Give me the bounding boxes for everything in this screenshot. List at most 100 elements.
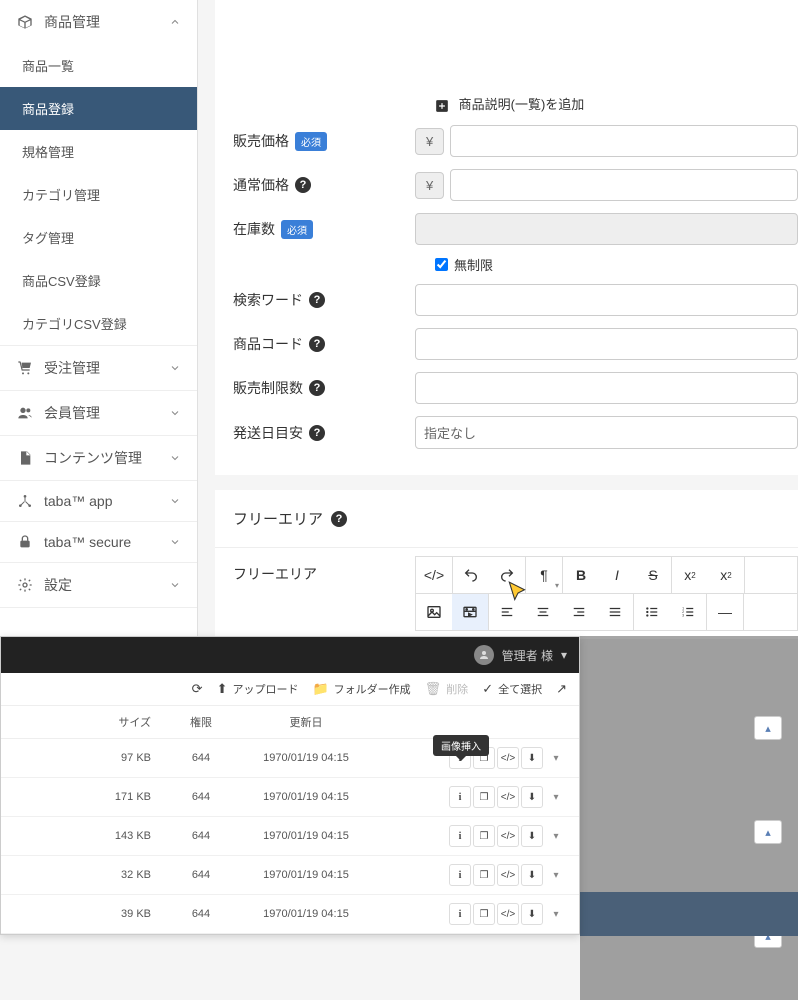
nav-section-taba-secure: taba™ secure (0, 522, 197, 563)
superscript-button[interactable]: x2 (672, 557, 708, 593)
cell-size: 143 KB (1, 830, 171, 842)
bold-button[interactable]: B (563, 557, 599, 593)
embed-button[interactable]: </> (497, 864, 519, 886)
more-dropdown[interactable]: ▾ (545, 747, 567, 769)
image-button[interactable] (416, 594, 452, 630)
undo-button[interactable] (453, 557, 489, 593)
info-button[interactable]: i (449, 825, 471, 847)
collapse-button[interactable]: ▴ (754, 820, 782, 844)
fm-row-actions: i❐</>⬇▾ (381, 903, 579, 925)
nav-header-members[interactable]: 会員管理 (0, 391, 197, 435)
nav-item-spec-manage[interactable]: 規格管理 (0, 130, 197, 173)
help-icon[interactable]: ? (309, 336, 325, 352)
info-button[interactable]: i (449, 903, 471, 925)
download-button[interactable]: ⬇ (521, 747, 543, 769)
help-icon[interactable]: ? (309, 292, 325, 308)
info-button[interactable]: i (449, 864, 471, 886)
nav-section-contents: コンテンツ管理 (0, 436, 197, 481)
collapse-button[interactable]: ▴ (754, 716, 782, 740)
nav-header-orders[interactable]: 受注管理 (0, 346, 197, 390)
fm-row[interactable]: 171 KB6441970/01/19 04:15i❐</>⬇▾ (1, 778, 579, 817)
more-dropdown[interactable]: ▾ (545, 903, 567, 925)
help-icon[interactable]: ? (309, 380, 325, 396)
fm-row[interactable]: 39 KB6441970/01/19 04:15i❐</>⬇▾ (1, 895, 579, 934)
nav-label: コンテンツ管理 (44, 448, 142, 468)
fm-row[interactable]: 97 KB6441970/01/19 04:15i❐</>⬇▾ (1, 739, 579, 778)
cell-size: 97 KB (1, 752, 171, 764)
nav-section-members: 会員管理 (0, 391, 197, 436)
download-button[interactable]: ⬇ (521, 825, 543, 847)
align-justify-button[interactable] (597, 594, 633, 630)
add-description-row[interactable]: 商品説明(一覧)を追加 (215, 88, 798, 119)
chevron-down-icon (169, 495, 181, 507)
strike-button[interactable]: S (635, 557, 671, 593)
more-dropdown[interactable]: ▾ (545, 825, 567, 847)
nav-item-category-csv[interactable]: カテゴリCSV登録 (0, 302, 197, 345)
sale-price-input[interactable] (450, 125, 798, 157)
nav-header-contents[interactable]: コンテンツ管理 (0, 436, 197, 480)
list-ol-button[interactable]: 123 (670, 594, 706, 630)
fm-row-actions: i❐</>⬇▾ (381, 786, 579, 808)
product-code-input[interactable] (415, 328, 798, 360)
copy-button[interactable]: ❐ (473, 903, 495, 925)
cell-date: 1970/01/19 04:15 (231, 791, 381, 803)
help-icon[interactable]: ? (309, 425, 325, 441)
more-dropdown[interactable]: ▾ (545, 864, 567, 886)
copy-button[interactable]: ❐ (473, 825, 495, 847)
nav-header-taba-app[interactable]: taba™ app (0, 481, 197, 521)
hr-button[interactable]: — (707, 594, 743, 630)
external-link-button[interactable]: ↗ (556, 681, 567, 697)
download-button[interactable]: ⬇ (521, 864, 543, 886)
main-content: 商品説明(一覧)を追加 販売価格 必須 ¥ 通常価格 ? ¥ (215, 0, 798, 639)
copy-button[interactable]: ❐ (473, 864, 495, 886)
embed-button[interactable]: </> (497, 747, 519, 769)
embed-button[interactable]: </> (497, 786, 519, 808)
search-word-input[interactable] (415, 284, 798, 316)
nav-header-products[interactable]: 商品管理 (0, 0, 197, 44)
row-sale-price: 販売価格 必須 ¥ (215, 119, 798, 163)
info-button[interactable]: i (449, 786, 471, 808)
ship-estimate-select[interactable]: 指定なし (415, 416, 798, 449)
code-view-button[interactable]: </> (416, 557, 452, 593)
label-sale-price: 販売価格 必須 (215, 131, 415, 151)
video-button[interactable] (452, 594, 488, 630)
embed-button[interactable]: </> (497, 903, 519, 925)
align-right-button[interactable] (561, 594, 597, 630)
download-button[interactable]: ⬇ (521, 903, 543, 925)
refresh-button[interactable]: ⟳ (192, 681, 203, 697)
embed-button[interactable]: </> (497, 825, 519, 847)
nav-header-settings[interactable]: 設定 (0, 563, 197, 607)
help-icon[interactable]: ? (331, 511, 347, 527)
nav-item-category-manage[interactable]: カテゴリ管理 (0, 173, 197, 216)
select-all-button[interactable]: ✓全て選択 (482, 681, 542, 697)
paragraph-button[interactable]: ¶▾ (526, 557, 562, 593)
italic-button[interactable]: I (599, 557, 635, 593)
nav-header-taba-secure[interactable]: taba™ secure (0, 522, 197, 562)
nav-item-product-csv[interactable]: 商品CSV登録 (0, 259, 197, 302)
nav-section-products: 商品管理 商品一覧 商品登録 規格管理 カテゴリ管理 タグ管理 商品CSV登録 … (0, 0, 197, 346)
unlimited-checkbox[interactable] (435, 258, 448, 271)
help-icon[interactable]: ? (295, 177, 311, 193)
download-button[interactable]: ⬇ (521, 786, 543, 808)
more-dropdown[interactable]: ▾ (545, 786, 567, 808)
upload-button[interactable]: ⬆アップロード (217, 681, 299, 697)
copy-button[interactable]: ❐ (473, 786, 495, 808)
tooltip-image-insert: 画像挿入 (433, 735, 489, 756)
sidebar: 商品管理 商品一覧 商品登録 規格管理 カテゴリ管理 タグ管理 商品CSV登録 … (0, 0, 198, 640)
sale-limit-input[interactable] (415, 372, 798, 404)
user-label: 管理者 様 (502, 647, 553, 664)
subscript-button[interactable]: x2 (708, 557, 744, 593)
list-ul-button[interactable] (634, 594, 670, 630)
nav-item-product-register[interactable]: 商品登録 (0, 87, 197, 130)
new-folder-button[interactable]: 📁フォルダー作成 (312, 681, 410, 697)
nav-item-product-list[interactable]: 商品一覧 (0, 44, 197, 87)
chevron-down-icon[interactable]: ▾ (561, 648, 567, 662)
fm-row[interactable]: 32 KB6441970/01/19 04:15i❐</>⬇▾ (1, 856, 579, 895)
nav-item-tag-manage[interactable]: タグ管理 (0, 216, 197, 259)
fm-row-actions: i❐</>⬇▾ (381, 825, 579, 847)
row-normal-price: 通常価格 ? ¥ (215, 163, 798, 207)
fm-row[interactable]: 143 KB6441970/01/19 04:15i❐</>⬇▾ (1, 817, 579, 856)
normal-price-input[interactable] (450, 169, 798, 201)
add-description-label: 商品説明(一覧)を追加 (459, 97, 585, 112)
stock-input (415, 213, 798, 245)
